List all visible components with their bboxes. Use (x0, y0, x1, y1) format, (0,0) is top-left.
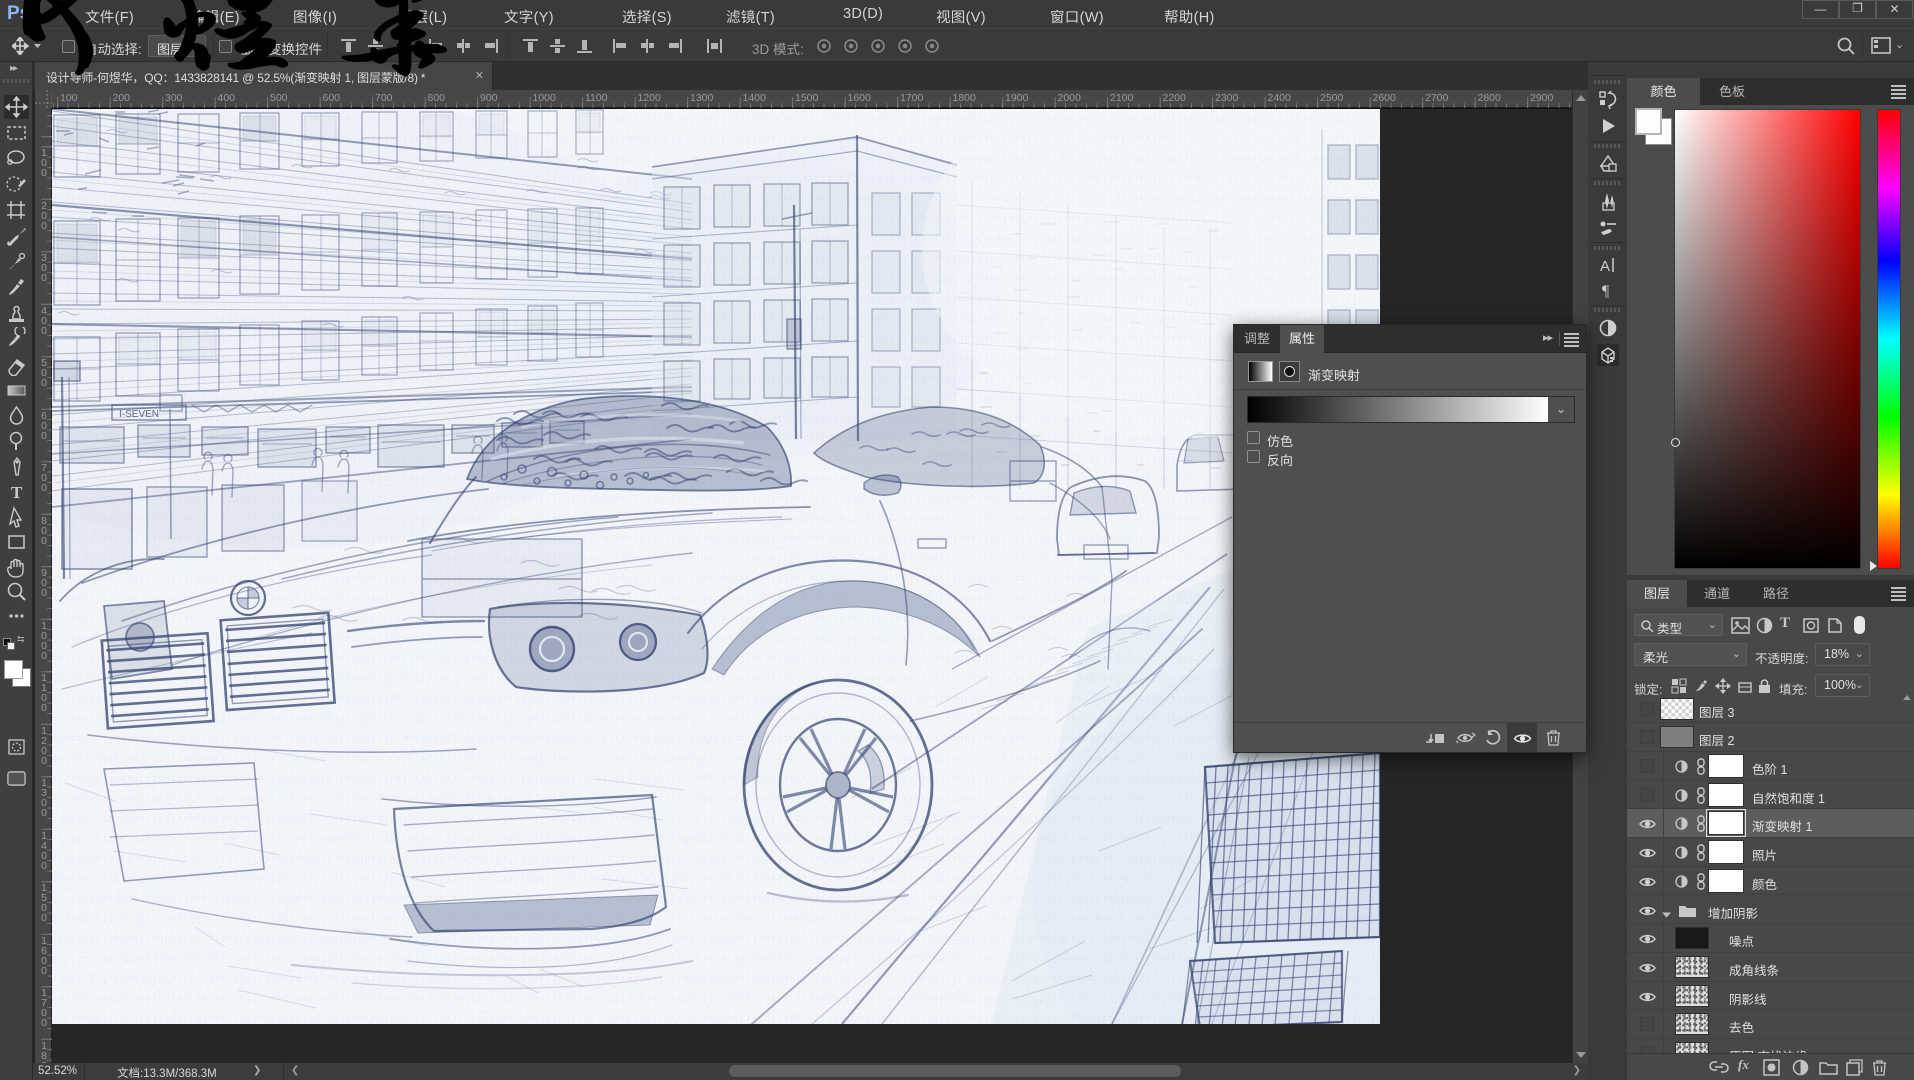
svg-text:¶: ¶ (1602, 283, 1610, 300)
svg-text:T: T (11, 483, 23, 502)
svg-text:A: A (1600, 258, 1610, 275)
